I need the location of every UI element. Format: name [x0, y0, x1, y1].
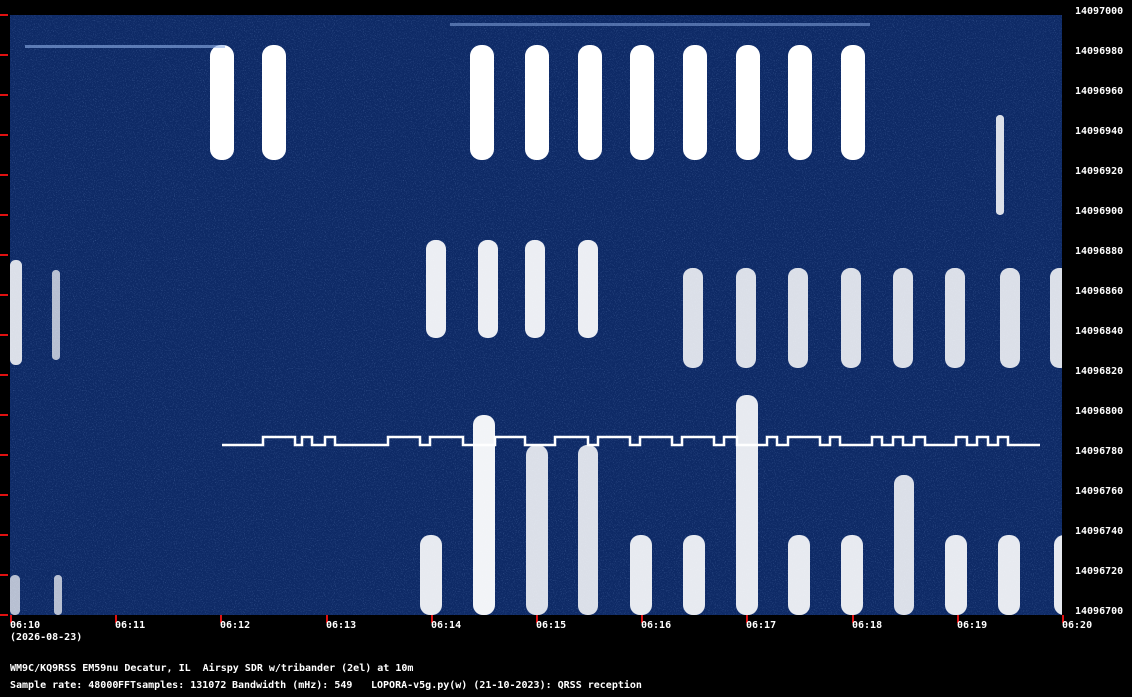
signal-trace [736, 268, 756, 368]
y-tick-label: 14096780 [1075, 446, 1124, 457]
signal-trace [630, 45, 654, 160]
y-tick [0, 94, 8, 96]
y-tick [0, 374, 8, 376]
station-info: WM9C/KQ9RSS EM59nu Decatur, IL Airspy SD… [10, 663, 414, 674]
signal-trace [998, 535, 1020, 615]
y-tick [0, 134, 8, 136]
signal-trace [210, 45, 234, 160]
y-tick-label: 14096860 [1075, 286, 1124, 297]
y-tick [0, 294, 8, 296]
signal-trace [420, 535, 442, 615]
signal-trace [526, 445, 548, 615]
signal-trace [736, 45, 760, 160]
x-tick-label: 06:11 [115, 620, 146, 631]
y-tick-label: 14096840 [1075, 326, 1124, 337]
signal-trace [525, 240, 545, 338]
sample-rate-label: Sample rate: 48000 [10, 680, 119, 691]
signal-trace [630, 535, 652, 615]
signal-trace [470, 45, 494, 160]
signal-trace [945, 268, 965, 368]
y-tick-label: 14096900 [1075, 206, 1124, 217]
signal-trace [578, 240, 598, 338]
signal-trace [841, 45, 865, 160]
faint-signal-line [450, 23, 870, 26]
signal-trace [945, 535, 967, 615]
signal-trace [893, 268, 913, 368]
y-tick [0, 334, 8, 336]
y-tick-label: 14097000 [1075, 6, 1124, 17]
fft-samples-label: FFTsamples: 131072 [118, 680, 227, 691]
signal-trace [10, 260, 22, 365]
y-tick-label: 14096960 [1075, 86, 1124, 97]
x-tick-label: 06:13 [326, 620, 357, 631]
signal-trace [578, 445, 598, 615]
signal-trace [788, 45, 812, 160]
y-tick [0, 174, 8, 176]
faint-signal-line [25, 45, 225, 48]
signal-trace [525, 45, 549, 160]
y-tick-label: 14096940 [1075, 126, 1124, 137]
x-tick-label: 06:16 [641, 620, 672, 631]
signal-trace [841, 535, 863, 615]
y-tick [0, 494, 8, 496]
signal-trace [1050, 268, 1062, 368]
x-tick-label: 06:14 [431, 620, 462, 631]
y-tick-label: 14096880 [1075, 246, 1124, 257]
x-tick-label: 06:15 [536, 620, 567, 631]
y-tick-label: 14096720 [1075, 566, 1124, 577]
signal-trace [683, 45, 707, 160]
signal-trace [894, 475, 914, 615]
signal-trace [10, 575, 20, 615]
spectrogram-canvas [10, 15, 1062, 615]
signal-trace [1054, 535, 1062, 615]
y-tick-label: 14096980 [1075, 46, 1124, 57]
signal-trace [736, 395, 758, 615]
y-tick-label: 14096700 [1075, 606, 1124, 617]
signal-trace [262, 45, 286, 160]
y-tick-label: 14096920 [1075, 166, 1124, 177]
signal-trace [841, 268, 861, 368]
y-tick [0, 454, 8, 456]
x-tick-label: 06:18 [852, 620, 883, 631]
y-tick [0, 574, 8, 576]
y-tick-label: 14096760 [1075, 486, 1124, 497]
y-tick [0, 54, 8, 56]
y-tick [0, 254, 8, 256]
x-tick-label: 06:19 [957, 620, 988, 631]
y-tick [0, 614, 8, 616]
signal-trace [683, 535, 705, 615]
x-tick-label: 06:10 [10, 620, 41, 631]
software-label: LOPORA-v5g.py(w) (21-10-2023): QRSS rece… [371, 680, 642, 691]
x-tick-label: 06:17 [746, 620, 777, 631]
y-tick-label: 14096820 [1075, 366, 1124, 377]
y-tick [0, 214, 8, 216]
spectrogram-waterfall[interactable] [10, 15, 1062, 615]
signal-trace [788, 268, 808, 368]
signal-trace [54, 575, 62, 615]
signal-trace [478, 240, 498, 338]
signal-trace [996, 115, 1004, 215]
bandwidth-label: Bandwidth (mHz): 549 [232, 680, 353, 691]
y-tick [0, 14, 8, 16]
date-label: (2026-08-23) [10, 632, 83, 643]
x-tick-label: 06:12 [220, 620, 251, 631]
signal-trace [52, 270, 60, 360]
y-tick-label: 14096800 [1075, 406, 1124, 417]
x-tick-label: 06:20 [1062, 620, 1093, 631]
y-tick [0, 414, 8, 416]
signal-trace [683, 268, 703, 368]
y-tick [0, 534, 8, 536]
y-tick-label: 14096740 [1075, 526, 1124, 537]
signal-trace [426, 240, 446, 338]
signal-trace [788, 535, 810, 615]
signal-trace [578, 45, 602, 160]
signal-trace [1000, 268, 1020, 368]
